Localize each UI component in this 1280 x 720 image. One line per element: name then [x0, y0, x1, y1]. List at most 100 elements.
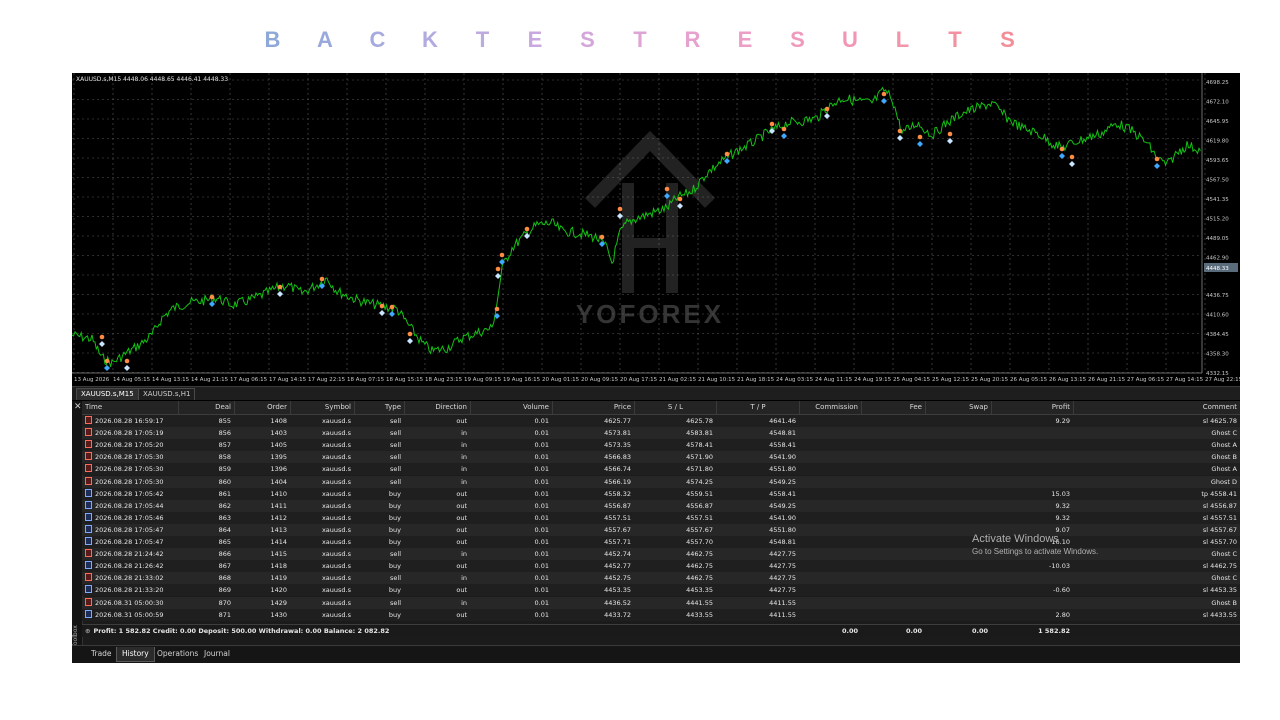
- cell-volume: 0.01: [534, 513, 549, 522]
- cell-volume: 0.01: [534, 538, 549, 546]
- table-row[interactable]: 2026.08.28 17:05:20 857 1405 xauusd.s sell in…: [82, 439, 1240, 452]
- cell-order: 1429: [270, 598, 287, 607]
- cell-symbol: xauusd.s: [321, 429, 351, 438]
- cell-swap: [925, 609, 991, 621]
- cell-volume: 0.01: [534, 610, 549, 619]
- trade-entry-marker: [1069, 154, 1075, 160]
- header-col-tp[interactable]: T / P: [716, 401, 799, 414]
- header-col-fee[interactable]: Fee: [861, 401, 925, 414]
- cell-profit: 15.03: [1051, 489, 1070, 498]
- cell-commission: [799, 524, 861, 536]
- cell-commission: [799, 439, 861, 451]
- cell-tp: 4541.90: [769, 513, 796, 522]
- cell-sl: 4453.35: [686, 586, 713, 595]
- table-row[interactable]: 2026.08.28 17:05:30 859 1396 xauusd.s sell in…: [82, 463, 1240, 476]
- table-row[interactable]: 2026.08.28 21:33:02 868 1419 xauusd.s sell in…: [82, 572, 1240, 585]
- cell-time-text: 2026.08.31 05:00:59: [95, 610, 164, 619]
- tab-journal[interactable]: Journal: [199, 647, 235, 661]
- cell-deal: 861: [218, 489, 231, 498]
- tab-trade[interactable]: Trade: [86, 647, 117, 661]
- cell-symbol: xauusd.s: [321, 598, 351, 607]
- header-col-symbol[interactable]: Symbol: [290, 401, 354, 414]
- cell-commission: [799, 536, 861, 548]
- table-row[interactable]: 2026.08.31 05:00:59 871 1430 xauusd.s buy out…: [82, 608, 1240, 621]
- header-col-swap[interactable]: Swap: [925, 401, 991, 414]
- header-col-direction[interactable]: Direction: [404, 401, 470, 414]
- chart-tab-m15[interactable]: XAUUSD.s,M15: [76, 388, 139, 400]
- cell-time-text: 2026.08.28 21:26:42: [95, 562, 164, 571]
- tab-history[interactable]: History: [116, 647, 155, 662]
- table-row[interactable]: 2026.08.28 17:05:42 861 1410 xauusd.s buy out…: [82, 487, 1240, 500]
- price-chart[interactable]: YOFOREX 4698.25 4672.10 4645.95 4619.80 4593.…: [72, 73, 1240, 386]
- header-col-type[interactable]: Type: [354, 401, 404, 414]
- cell-type: buy: [388, 610, 401, 619]
- cell-profit: [991, 572, 1073, 584]
- cell-type: sell: [390, 598, 401, 607]
- header-col-order[interactable]: Order: [234, 401, 290, 414]
- cell-sl: 4462.75: [686, 574, 713, 583]
- cell-swap: [925, 597, 991, 609]
- cell-deal: 865: [218, 538, 231, 546]
- cell-comment: sl 4462.75: [1202, 562, 1237, 571]
- header-col-sl[interactable]: S / L: [634, 401, 716, 414]
- cell-swap: [925, 439, 991, 451]
- banner-letter: E: [737, 27, 753, 52]
- cell-profit: -10.03: [1049, 562, 1070, 571]
- cell-swap: [925, 427, 991, 439]
- cell-tp: 4558.41: [769, 489, 796, 498]
- price-axis-label: 4410.60: [1206, 313, 1229, 319]
- header-col-deal[interactable]: Deal: [178, 401, 234, 414]
- table-row[interactable]: 2026.08.28 17:05:44 862 1411 xauusd.s buy out…: [82, 499, 1240, 512]
- table-row[interactable]: 2026.08.28 21:33:20 869 1420 xauusd.s buy out…: [82, 584, 1240, 597]
- table-row[interactable]: 2026.08.31 05:00:30 870 1429 xauusd.s sell in…: [82, 596, 1240, 609]
- time-axis-label: 21 Aug 18:15: [737, 377, 775, 383]
- header-col-commission[interactable]: Commission: [799, 401, 861, 414]
- price-axis-label: 4698.25: [1206, 80, 1229, 86]
- trade-entry-marker: [599, 234, 605, 240]
- cell-profit: 2.80: [1055, 610, 1070, 619]
- cell-deal: 869: [218, 586, 231, 595]
- time-axis-label: 17 Aug 14:15: [269, 377, 307, 383]
- time-axis-label: 14 Aug 13:15: [152, 377, 190, 383]
- cell-commission: [799, 597, 861, 609]
- table-row[interactable]: 2026.08.28 21:26:42 867 1418 xauusd.s buy out…: [82, 560, 1240, 573]
- table-row[interactable]: 2026.08.28 17:05:30 858 1395 xauusd.s sell in…: [82, 451, 1240, 464]
- cell-tp: 4548.81: [769, 538, 796, 546]
- cell-profit: 9.29: [1055, 417, 1070, 425]
- price-axis-label: 4567.50: [1206, 178, 1229, 184]
- cell-profit: -0.60: [1053, 586, 1070, 595]
- trade-exit-marker: [1154, 163, 1160, 169]
- cell-tp: 4549.25: [769, 477, 796, 486]
- cell-swap: [925, 463, 991, 475]
- cell-time: 2026.08.28 17:05:30: [82, 451, 178, 463]
- cell-fee: [861, 439, 925, 451]
- cell-type: buy: [388, 562, 401, 571]
- banner-letter: L: [895, 27, 910, 52]
- trade-entry-marker: [124, 358, 130, 364]
- table-row[interactable]: 2026.08.28 17:05:19 856 1403 xauusd.s sell in…: [82, 427, 1240, 440]
- cell-deal: 857: [218, 441, 231, 450]
- close-icon[interactable]: ✕: [74, 403, 82, 412]
- cell-comment: sl 4625.78: [1202, 417, 1237, 425]
- header-col-comment[interactable]: Comment: [1073, 401, 1240, 414]
- cell-direction: out: [456, 562, 467, 571]
- cell-order: 1408: [270, 417, 287, 425]
- trade-entry-marker: [104, 358, 110, 364]
- table-row[interactable]: 2026.08.28 17:05:46 863 1412 xauusd.s buy out…: [82, 511, 1240, 524]
- cell-time: 2026.08.28 17:05:30: [82, 476, 178, 488]
- cell-time-text: 2026.08.28 17:05:20: [95, 441, 164, 450]
- trade-exit-marker: [389, 311, 395, 317]
- chart-tab-bar: XAUUSD.s,M15 XAUUSD.s,H1: [72, 386, 1240, 400]
- mt5-terminal-window: YOFOREX 4698.25 4672.10 4645.95 4619.80 4593.…: [72, 73, 1240, 663]
- chart-tab-h1[interactable]: XAUUSD.s,H1: [138, 388, 196, 400]
- header-col-profit[interactable]: Profit: [991, 401, 1073, 414]
- header-col-price[interactable]: Price: [552, 401, 634, 414]
- cell-profit: [991, 451, 1073, 463]
- time-axis-label: 14 Aug 21:15: [191, 377, 229, 383]
- table-row[interactable]: 2026.08.28 16:59:17 855 1408 xauusd.s sell ou…: [82, 415, 1240, 427]
- table-row[interactable]: 2026.08.28 17:05:30 860 1404 xauusd.s sell in…: [82, 475, 1240, 488]
- header-col-time[interactable]: Time: [82, 401, 178, 414]
- cell-deal: 863: [218, 513, 231, 522]
- tab-operations[interactable]: Operations: [152, 647, 203, 661]
- header-col-volume[interactable]: Volume: [470, 401, 552, 414]
